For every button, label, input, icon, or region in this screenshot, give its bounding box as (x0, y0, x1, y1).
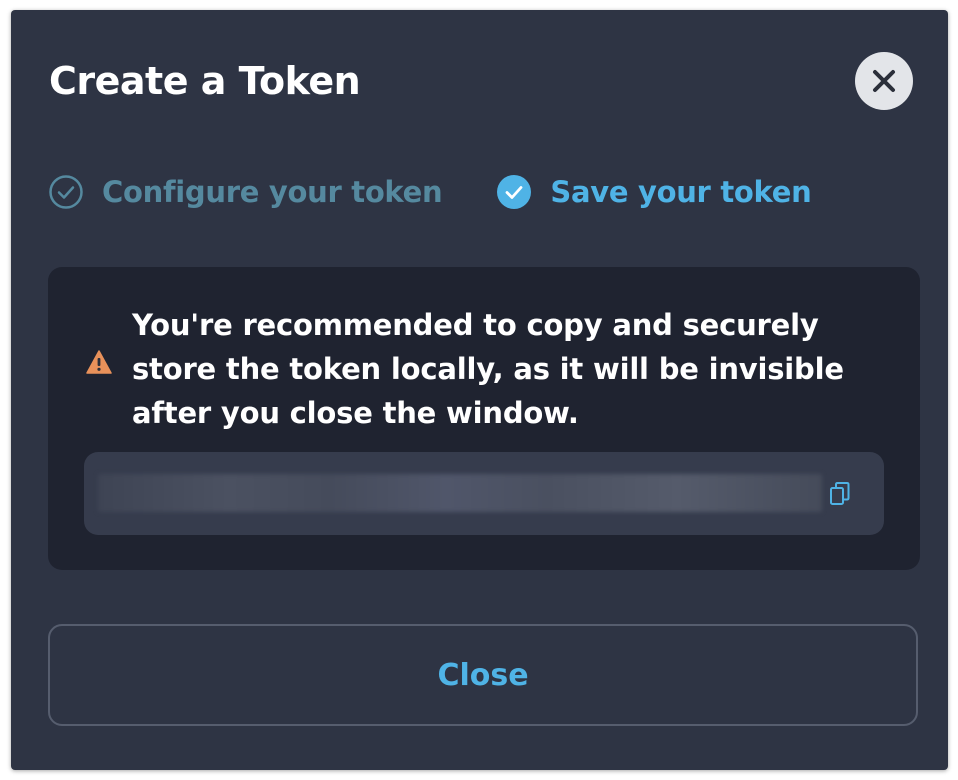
token-notice-panel: You're recommended to copy and securely … (48, 267, 920, 570)
step-save-token: Save your token (496, 172, 812, 212)
token-value-field[interactable] (98, 474, 822, 512)
token-display (84, 452, 884, 535)
warning-message: You're recommended to copy and securely … (132, 308, 844, 430)
create-token-dialog: Create a Token Configure your token Save… (11, 10, 948, 770)
check-circle-outline-icon (49, 175, 83, 209)
step-label: Configure your token (102, 175, 443, 209)
step-label: Save your token (550, 175, 812, 209)
warning-icon (86, 350, 112, 374)
close-x-icon (873, 70, 895, 92)
check-circle-filled-icon (497, 175, 532, 209)
step-configure-token: Configure your token (48, 172, 443, 212)
stepper: Configure your token Save your token (48, 172, 812, 212)
dialog-title: Create a Token (49, 59, 361, 103)
close-button[interactable]: Close (48, 624, 918, 726)
close-dialog-button[interactable] (855, 52, 913, 110)
copy-icon[interactable] (828, 481, 852, 507)
